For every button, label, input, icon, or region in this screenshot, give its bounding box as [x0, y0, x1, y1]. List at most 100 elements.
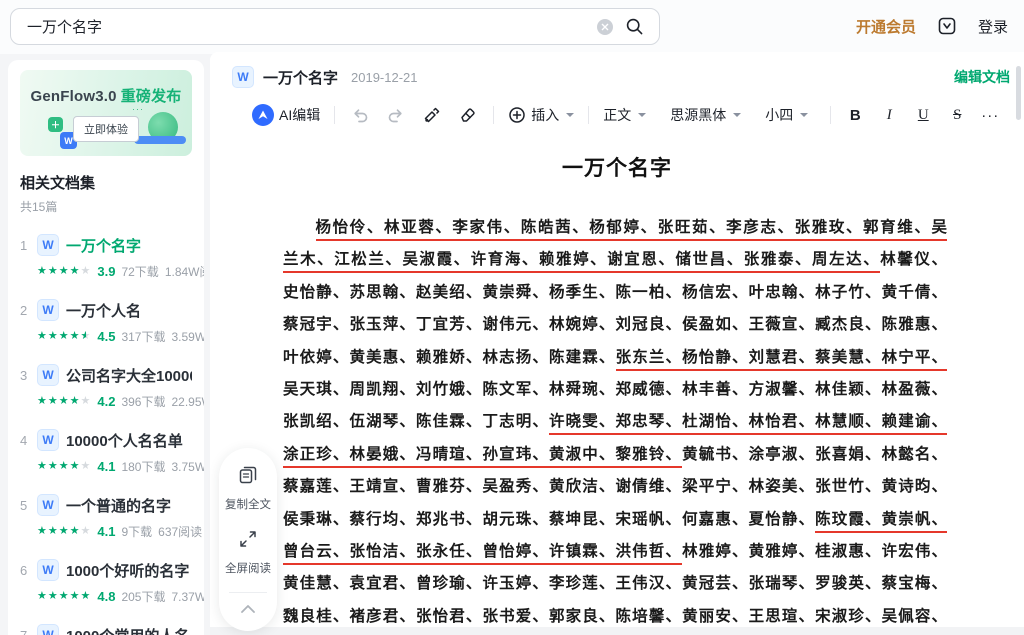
document-title: 一万个名字	[210, 152, 1024, 182]
doc-rating-value: 3.9	[97, 264, 115, 279]
chevron-down-icon	[638, 113, 646, 117]
star-icon: ★	[70, 265, 81, 277]
name-line: 兰木、江松兰、吴淑霞、许育海、赖雅婷、谢宜恩、储世昌、张雅泰、周左达、林馨仪、	[283, 244, 947, 276]
star-icon: ★	[81, 590, 92, 602]
star-icon: ★	[37, 395, 48, 407]
doc-item-title: 1000个常用的人名	[66, 625, 189, 635]
fullscreen-read-button[interactable]: 全屏阅读	[219, 528, 277, 576]
star-rating: ★★★★★★	[37, 331, 91, 342]
edit-doc-link[interactable]: 编辑文档	[954, 67, 1010, 87]
names-text: 史怡静、苏思翰、赵美绍、黄崇舜、杨季生、陈一柏、杨信宏、叶忠翰、林子竹、黄千倩、	[283, 284, 947, 301]
strikethrough-button[interactable]: S	[947, 107, 967, 124]
login-link[interactable]: 登录	[978, 16, 1008, 37]
star-rating: ★★★★★	[37, 461, 91, 472]
doc-downloads: 180下载	[121, 458, 165, 475]
doc-reads: 7.37W阅读	[171, 588, 204, 605]
name-line: 侯秉琳、蔡行均、郑兆书、胡元珠、蔡坤昆、宋瑶帆、何嘉惠、夏怡静、陈玟霞、黄崇帆、	[283, 504, 947, 536]
doc-app-icon: ＋	[48, 117, 63, 132]
clear-search-icon[interactable]	[597, 19, 613, 35]
star-icon: ★	[48, 265, 59, 277]
star-rating: ★★★★★	[37, 396, 91, 407]
star-rating: ★★★★★	[37, 266, 91, 277]
paragraph-style-dropdown[interactable]: 正文	[603, 105, 646, 125]
italic-button[interactable]: I	[879, 107, 899, 124]
name-line: 曾台云、张怡洁、张永任、曾怡婷、许镇霖、洪伟哲、林雅婷、黄雅婷、桂淑惠、许宏伟、	[283, 536, 947, 568]
star-rating: ★★★★★	[37, 591, 91, 602]
insert-dropdown[interactable]: 插入	[508, 105, 574, 125]
chevron-down-icon	[800, 113, 808, 117]
plus-circle-icon	[508, 106, 526, 124]
name-line: 吴天琪、周凯翔、刘竹娥、陈文军、林舜琬、郑威德、林丰善、方淑馨、林佳颖、林盈薇、	[283, 374, 947, 406]
red-underlined-names: 许晓雯、郑忠琴、杜湖怡、林怡君、林慧顺、赖建谕、	[549, 413, 947, 435]
star-half-icon: ★★	[81, 331, 92, 342]
star-icon: ★	[48, 525, 59, 537]
doc-list-item[interactable]: 3W公司名字大全10000个★★★★★4.2396下载22.95W阅读	[20, 364, 192, 410]
doc-rank: 4	[20, 433, 30, 448]
scrollbar-thumb[interactable]	[1016, 66, 1021, 120]
doc-rating-value: 4.2	[97, 394, 115, 409]
eraser-icon[interactable]	[457, 104, 479, 126]
doc-item-row: 7W1000个常用的人名	[20, 624, 192, 635]
copy-fulltext-button[interactable]: 复制全文	[219, 464, 277, 512]
star-icon: ★	[48, 590, 59, 602]
try-now-button[interactable]: 立即体验	[73, 116, 139, 142]
doc-reads: 3.75W阅读	[171, 458, 204, 475]
doc-list-item[interactable]: 7W1000个常用的人名	[20, 624, 192, 635]
names-text: 侯秉琳、蔡行均、郑兆书、胡元珠、蔡坤昆、宋瑶帆、何嘉惠、夏怡静、	[283, 511, 815, 528]
doc-list-item[interactable]: 2W一万个人名★★★★★★4.5317下载3.59W阅读	[20, 299, 192, 345]
names-text: 黄佳慧、袁宜君、曾珍瑜、许玉婷、李珍莲、王伟汉、黄冠芸、张瑞琴、罗骏英、蔡宝梅、	[283, 575, 947, 592]
doc-list-item[interactable]: 1W一万个名字★★★★★3.972下载1.84W阅读	[20, 234, 192, 280]
divider	[229, 592, 267, 593]
ai-edit-button[interactable]: AI编辑	[252, 104, 320, 126]
doc-list-item[interactable]: 4W10000个人名名单★★★★★4.1180下载3.75W阅读	[20, 429, 192, 475]
name-line: 黄佳慧、袁宜君、曾珍瑜、许玉婷、李珍莲、王伟汉、黄冠芸、张瑞琴、罗骏英、蔡宝梅、	[283, 568, 947, 600]
name-line: 涂正珍、林晏娥、冯晴瑄、孙宣玮、黄淑中、黎雅铃、黄毓书、涂亭淑、张喜娟、林懿名、	[283, 439, 947, 471]
names-text: 张凯绍、伍湖琴、陈佳霖、丁志明、	[283, 413, 549, 430]
open-membership-link[interactable]: 开通会员	[856, 16, 916, 37]
my-docs-icon[interactable]	[936, 15, 958, 37]
star-icon: ★	[81, 460, 92, 472]
bold-button[interactable]: B	[845, 107, 865, 124]
doc-rank: 2	[20, 303, 30, 318]
star-rating: ★★★★★	[37, 526, 91, 537]
sidebar: GenFlow3.0重磅发布 ＋ W P ··· 立即体验 相关文档集 共15篇…	[8, 60, 204, 635]
doc-item-row: 2W一万个人名	[20, 299, 192, 321]
doc-list-item[interactable]: 5W一个普通的名字★★★★★4.19下载637阅读	[20, 494, 192, 540]
format-painter-icon[interactable]	[421, 104, 443, 126]
star-icon: ★	[81, 395, 92, 407]
font-family-dropdown[interactable]: 思源黑体	[670, 105, 741, 125]
underline-button[interactable]: U	[913, 107, 933, 124]
word-doc-icon: W	[232, 66, 254, 88]
doc-reads: 1.84W阅读	[165, 263, 204, 280]
names-text: 吴天琪、周凯翔、刘竹娥、陈文军、林舜琬、郑威德、林丰善、方淑馨、林佳颖、林盈薇、	[283, 381, 947, 398]
font-size-dropdown[interactable]: 小四	[765, 105, 808, 125]
star-icon: ★	[70, 395, 81, 407]
star-icon: ★	[59, 525, 70, 537]
word-doc-icon: W	[37, 624, 59, 635]
doc-item-title: 10000个人名名单	[66, 430, 183, 451]
star-icon: ★	[70, 330, 81, 342]
doc-item-stats: ★★★★★3.972下载1.84W阅读	[37, 263, 192, 280]
doc-reads: 3.59W阅读	[171, 328, 204, 345]
doc-item-row: 4W10000个人名名单	[20, 429, 192, 451]
doc-rating-value: 4.8	[97, 589, 115, 604]
star-icon: ★	[48, 395, 59, 407]
search-icon[interactable]	[623, 16, 645, 38]
undo-icon[interactable]	[349, 104, 371, 126]
doc-list-item[interactable]: 6W1000个好听的名字★★★★★4.8205下载7.37W阅读	[20, 559, 192, 605]
page-bottom-gap	[210, 627, 1024, 635]
more-tools-button[interactable]: ···	[981, 107, 999, 124]
star-icon: ★	[48, 460, 59, 472]
search-input[interactable]	[25, 17, 587, 36]
search-box[interactable]	[10, 8, 660, 45]
star-icon: ★	[70, 590, 81, 602]
collapse-panel-button[interactable]	[219, 599, 277, 623]
doc-rank: 6	[20, 563, 30, 578]
names-text: 叶依婷、黄美惠、赖雅娇、林志扬、陈建霖、	[283, 349, 616, 366]
star-icon: ★	[59, 590, 70, 602]
star-icon: ★	[59, 395, 70, 407]
red-underlined-names: 涂正珍、林晏娥、冯晴瑄、孙宣玮、黄淑中、黎雅铃、	[283, 446, 682, 468]
redo-icon[interactable]	[385, 104, 407, 126]
doc-item-row: 3W公司名字大全10000个	[20, 364, 192, 386]
star-icon: ★	[59, 460, 70, 472]
